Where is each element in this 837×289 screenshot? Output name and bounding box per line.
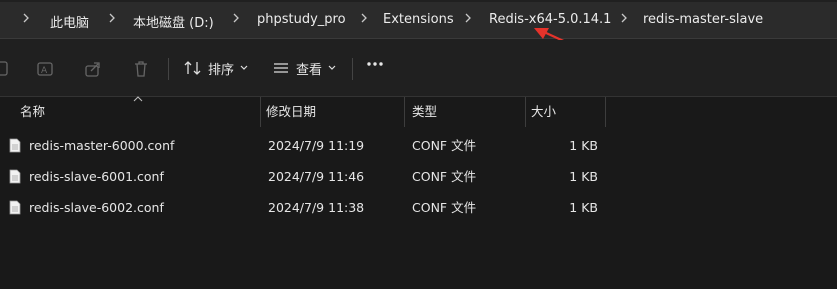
trash-icon[interactable]	[132, 60, 150, 78]
column-header-size[interactable]: 大小	[531, 97, 556, 127]
file-size: 1 KB	[569, 200, 598, 215]
file-modified: 2024/7/9 11:46	[268, 169, 365, 184]
file-size: 1 KB	[569, 169, 598, 184]
file-name[interactable]: redis-slave-6002.conf	[29, 192, 164, 223]
view-list-icon	[274, 63, 288, 73]
file-row[interactable]: redis-slave-6002.conf 2024/7/9 11:38 CON…	[0, 192, 837, 223]
column-header-modified[interactable]: 修改日期	[266, 97, 316, 127]
column-divider[interactable]	[404, 97, 405, 127]
more-options-icon[interactable]	[366, 61, 384, 67]
chevron-down-icon	[328, 65, 336, 70]
view-button[interactable]: 查看	[272, 56, 336, 80]
sort-ascending-icon	[133, 96, 143, 102]
file-modified: 2024/7/9 11:19	[268, 138, 365, 153]
file-icon	[9, 138, 21, 153]
file-size: 1 KB	[569, 138, 598, 153]
column-divider[interactable]	[525, 97, 526, 127]
column-divider[interactable]	[260, 97, 261, 127]
svg-text:A: A	[41, 66, 48, 76]
rename-icon[interactable]: A	[36, 60, 54, 78]
column-header-row: 名称 修改日期 类型 大小	[0, 96, 837, 127]
column-header-name[interactable]: 名称	[20, 97, 45, 127]
file-name[interactable]: redis-master-6000.conf	[29, 130, 174, 161]
sort-label: 排序	[208, 62, 235, 78]
breadcrumb-item-extensions[interactable]: Extensions	[383, 12, 454, 27]
column-header-type[interactable]: 类型	[412, 97, 437, 127]
chevron-right-icon[interactable]	[108, 11, 116, 25]
breadcrumb[interactable]: 此电脑 本地磁盘 (D:) phpstudy_pro Extensions Re…	[0, 2, 837, 39]
chevron-right-icon[interactable]	[22, 11, 30, 25]
file-name[interactable]: redis-slave-6001.conf	[29, 161, 164, 192]
copy-icon[interactable]	[0, 60, 12, 78]
file-icon	[9, 169, 21, 184]
file-icon	[9, 200, 21, 215]
breadcrumb-item-current-folder[interactable]: redis-master-slave	[643, 12, 763, 27]
chevron-right-icon[interactable]	[620, 11, 628, 25]
file-type: CONF 文件	[412, 200, 477, 215]
file-type: CONF 文件	[412, 138, 477, 153]
column-divider[interactable]	[605, 97, 606, 127]
toolbar-divider	[352, 58, 353, 80]
file-row[interactable]: redis-master-6000.conf 2024/7/9 11:19 CO…	[0, 130, 837, 161]
command-bar: A 排序 查看	[0, 40, 837, 97]
breadcrumb-item-this-pc[interactable]: 此电脑	[50, 12, 89, 31]
chevron-down-icon	[240, 65, 248, 70]
sort-icon	[184, 61, 201, 75]
file-type: CONF 文件	[412, 169, 477, 184]
chevron-right-icon[interactable]	[464, 11, 472, 25]
sort-button[interactable]: 排序	[184, 56, 248, 80]
address-bar: 此电脑 本地磁盘 (D:) phpstudy_pro Extensions Re…	[0, 0, 837, 40]
toolbar-divider	[168, 58, 169, 80]
file-row[interactable]: redis-slave-6001.conf 2024/7/9 11:46 CON…	[0, 161, 837, 192]
breadcrumb-item-local-disk[interactable]: 本地磁盘 (D:)	[133, 12, 214, 31]
breadcrumb-item-phpstudy-pro[interactable]: phpstudy_pro	[257, 12, 346, 27]
chevron-right-icon[interactable]	[360, 11, 368, 25]
view-label: 查看	[296, 62, 323, 78]
chevron-right-icon[interactable]	[232, 11, 240, 25]
file-modified: 2024/7/9 11:38	[268, 200, 365, 215]
share-icon[interactable]	[84, 60, 102, 78]
